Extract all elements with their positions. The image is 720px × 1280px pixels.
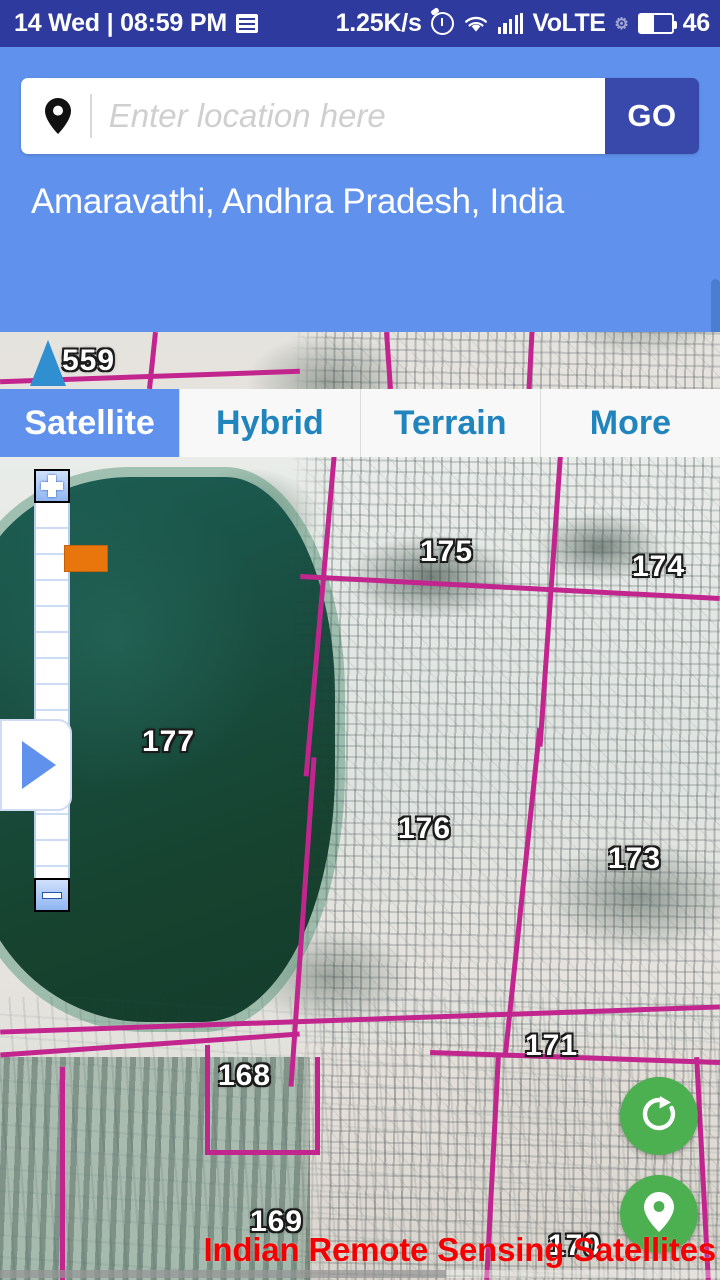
parcel-label: 559 <box>62 344 116 377</box>
plus-icon <box>41 475 63 497</box>
parcel-label: 176 <box>398 812 452 845</box>
zoom-in-button[interactable] <box>34 469 70 503</box>
tab-terrain[interactable]: Terrain <box>360 389 541 457</box>
search-row: GO <box>21 78 699 154</box>
parcel-label: 173 <box>608 842 662 875</box>
status-bar-right: 1.25K/s VoLTE ⚙ 46 <box>335 9 711 38</box>
horizontal-scrollbar[interactable] <box>0 1270 720 1278</box>
parcel-label: 174 <box>632 550 686 583</box>
vertical-scrollbar[interactable] <box>711 279 720 337</box>
parcel-line <box>315 1057 320 1152</box>
search-header: GO Amaravathi, Andhra Pradesh, India <box>0 47 720 337</box>
map-type-tabs: Satellite Hybrid Terrain More <box>0 389 720 457</box>
minus-icon <box>42 891 62 899</box>
refresh-fab[interactable] <box>620 1077 698 1155</box>
tab-satellite[interactable]: Satellite <box>0 389 181 457</box>
zoom-slider-thumb[interactable] <box>64 545 108 572</box>
play-icon <box>22 741 56 789</box>
parcel-label: 168 <box>218 1059 272 1092</box>
parcel-label: 175 <box>420 535 474 568</box>
network-speed: 1.25K/s <box>335 9 422 37</box>
parcel-line <box>205 1150 320 1155</box>
search-box[interactable] <box>21 78 605 154</box>
battery-icon <box>637 13 677 34</box>
search-divider <box>90 94 92 138</box>
signal-bars-icon <box>497 13 524 34</box>
alarm-icon <box>430 12 454 35</box>
wifi-icon <box>463 14 489 34</box>
refresh-icon <box>638 1093 680 1140</box>
go-button[interactable]: GO <box>605 78 699 154</box>
tab-hybrid[interactable]: Hybrid <box>180 389 361 457</box>
zoom-out-button[interactable] <box>34 878 70 912</box>
status-bar: 14 Wed | 08:59 PM 1.25K/s VoLTE ⚙ 46 <box>0 0 720 47</box>
satellite-map[interactable]: 175 174 177 176 173 171 168 169 170 <box>0 457 720 1280</box>
status-date-time: 14 Wed | 08:59 PM <box>14 9 227 37</box>
map-strip: 559 <box>0 332 720 389</box>
north-arrow-icon <box>30 340 66 386</box>
volte-label: VoLTE <box>532 9 606 37</box>
brand-watermark: Indian Remote Sensing Satellites <box>203 1231 716 1268</box>
parcel-line <box>205 1045 210 1155</box>
notes-icon <box>235 14 258 33</box>
current-location-label: Amaravathi, Andhra Pradesh, India <box>31 182 564 221</box>
vibrate-mute-icon: ⚙ <box>614 15 629 33</box>
status-bar-left: 14 Wed | 08:59 PM <box>14 9 258 38</box>
zoom-control <box>0 469 108 912</box>
parcel-label: 177 <box>142 725 196 758</box>
search-input[interactable] <box>108 97 605 135</box>
parcel-label: 171 <box>525 1029 579 1062</box>
location-pin-icon <box>43 97 73 135</box>
app-root: 14 Wed | 08:59 PM 1.25K/s VoLTE ⚙ 46 Ent… <box>0 0 720 1280</box>
expand-panel-button[interactable] <box>0 719 72 811</box>
battery-level: 46 <box>682 9 711 37</box>
tab-more[interactable]: More <box>540 389 720 457</box>
